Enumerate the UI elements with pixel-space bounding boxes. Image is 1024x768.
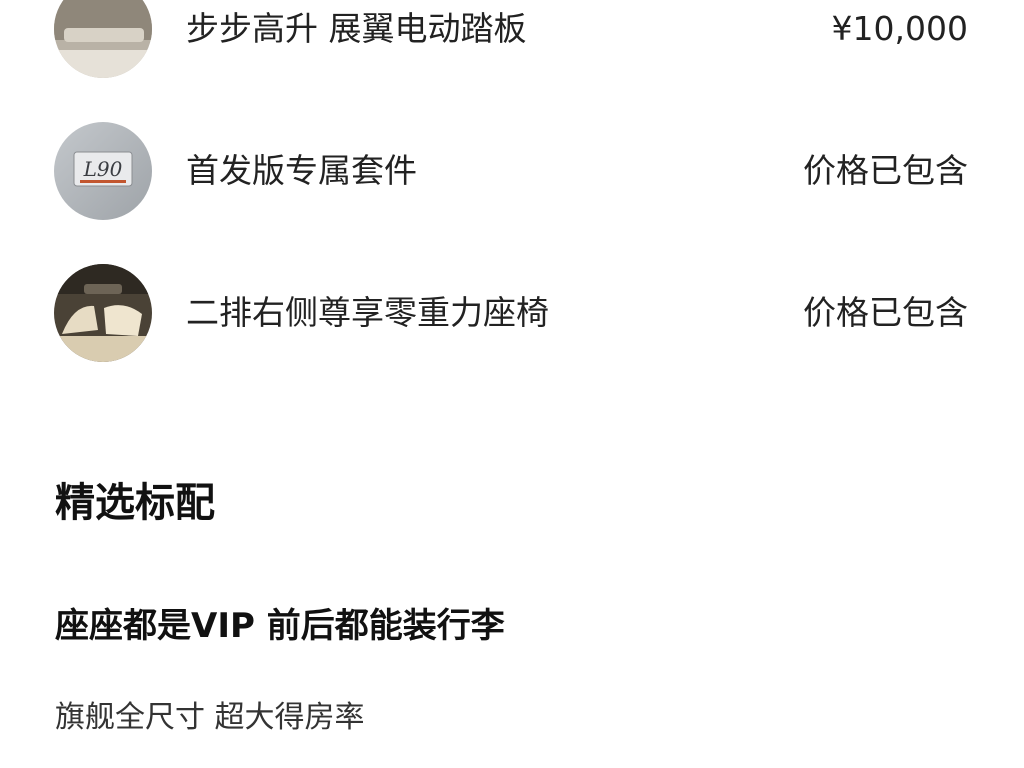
section-title: 精选标配 [55,480,215,526]
option-price: ¥10,000 [831,9,968,48]
option-list: 步步高升 展翼电动踏板 ¥10,000 L90 首发版专属套件 价格已包含 二排… [0,0,1024,384]
option-row-zero-gravity-seat[interactable]: 二排右侧尊享零重力座椅 价格已包含 [0,242,1024,384]
feature-subtitle: 旗舰全尺寸 超大得房率 [55,700,365,735]
option-price: 价格已包含 [803,293,968,332]
option-name: 步步高升 展翼电动踏板 [186,9,527,48]
option-name: 二排右侧尊享零重力座椅 [186,293,549,332]
badge-text: L90 [83,157,123,181]
running-board-thumbnail [54,0,152,78]
l90-badge-thumbnail: L90 [54,122,152,220]
option-price: 价格已包含 [803,151,968,190]
option-row-running-board[interactable]: 步步高升 展翼电动踏板 ¥10,000 [0,0,1024,100]
zero-gravity-seat-thumbnail [54,264,152,362]
page: 步步高升 展翼电动踏板 ¥10,000 L90 首发版专属套件 价格已包含 二排… [0,0,1024,768]
option-name: 首发版专属套件 [186,151,417,190]
feature-title: 座座都是VIP 前后都能装行李 [55,606,505,646]
option-row-launch-kit[interactable]: L90 首发版专属套件 价格已包含 [0,100,1024,242]
